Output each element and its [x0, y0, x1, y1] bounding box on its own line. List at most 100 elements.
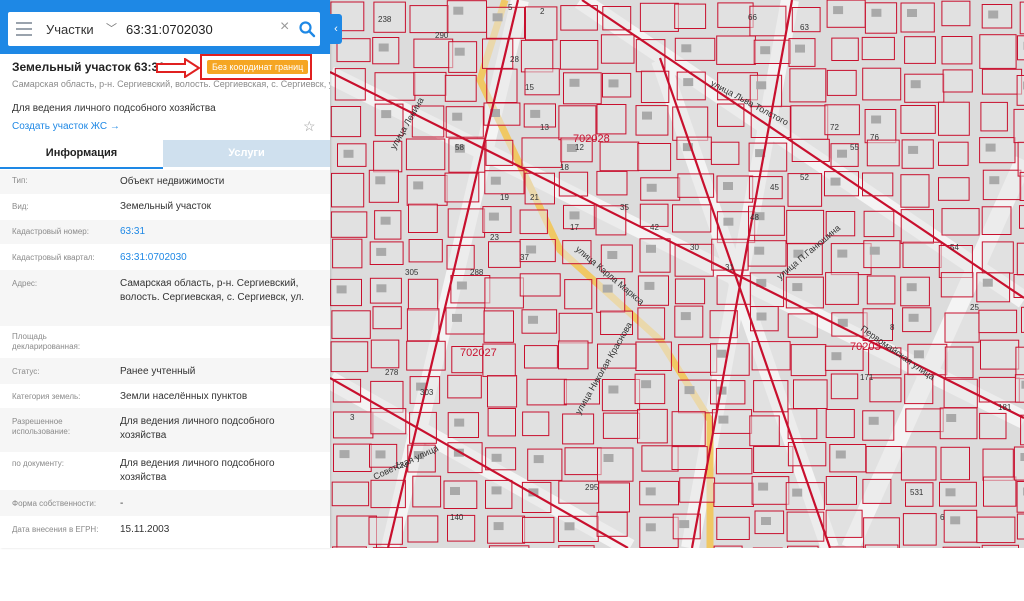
parcel[interactable]	[751, 341, 791, 371]
parcel[interactable]	[865, 446, 903, 474]
parcel[interactable]	[751, 476, 790, 505]
parcel[interactable]	[869, 377, 902, 403]
chevron-down-icon[interactable]: ﹀	[106, 20, 117, 36]
parcel[interactable]	[864, 2, 898, 34]
parcel[interactable]	[790, 105, 829, 140]
parcel[interactable]	[483, 310, 514, 343]
parcel[interactable]	[787, 408, 818, 440]
parcel[interactable]	[753, 380, 789, 413]
parcel[interactable]	[526, 378, 567, 406]
parcel[interactable]	[982, 169, 1022, 201]
parcel[interactable]	[639, 480, 680, 506]
parcel[interactable]	[520, 39, 554, 73]
create-parcel-link[interactable]: Создать участок ЖС →	[12, 121, 120, 132]
search-icon[interactable]	[298, 20, 316, 38]
parcel[interactable]	[979, 34, 1017, 69]
parcel[interactable]	[487, 515, 526, 544]
parcel[interactable]	[488, 241, 521, 268]
parcel[interactable]	[710, 343, 750, 376]
parcel[interactable]	[635, 105, 669, 136]
parcel[interactable]	[602, 412, 641, 439]
object-type-select[interactable]: Участки	[46, 22, 94, 37]
parcel[interactable]	[825, 272, 859, 305]
parcel[interactable]	[900, 446, 937, 481]
parcel[interactable]	[486, 6, 526, 39]
parcel[interactable]	[446, 244, 475, 270]
parcel[interactable]	[450, 275, 491, 304]
parcel[interactable]	[790, 344, 827, 377]
parcel[interactable]	[332, 238, 363, 269]
parcel[interactable]	[558, 340, 589, 370]
parcel[interactable]	[939, 481, 977, 507]
star-icon[interactable]: ☆	[303, 118, 316, 135]
parcel[interactable]	[1019, 1, 1024, 35]
parcel[interactable]	[368, 169, 399, 203]
parcel[interactable]	[522, 411, 550, 437]
parcel[interactable]	[374, 72, 416, 101]
parcel[interactable]	[943, 509, 978, 543]
parcel[interactable]	[679, 477, 716, 503]
parcel[interactable]	[866, 275, 896, 305]
parcel[interactable]	[486, 68, 518, 103]
parcel[interactable]	[406, 340, 446, 371]
parcel[interactable]	[674, 278, 706, 305]
parcel[interactable]	[639, 238, 671, 273]
parcel[interactable]	[448, 41, 478, 73]
parcel[interactable]	[939, 407, 978, 440]
close-icon[interactable]: ×	[280, 18, 289, 36]
parcel[interactable]	[407, 278, 439, 311]
parcel[interactable]	[598, 482, 631, 513]
parcel[interactable]	[671, 446, 708, 471]
parcel[interactable]	[789, 68, 827, 103]
parcel[interactable]	[640, 177, 681, 201]
parcel[interactable]	[825, 476, 857, 505]
parcel[interactable]	[1020, 414, 1024, 446]
parcel[interactable]	[444, 74, 477, 102]
cadastral-quarter-link[interactable]: 63:31:0702030	[120, 251, 320, 265]
parcel[interactable]	[635, 341, 672, 371]
parcel[interactable]	[862, 67, 902, 101]
parcel[interactable]	[1016, 242, 1024, 276]
parcel[interactable]	[634, 373, 666, 405]
parcel[interactable]	[334, 68, 366, 101]
parcel[interactable]	[787, 313, 818, 338]
parcel[interactable]	[597, 447, 634, 482]
parcel[interactable]	[564, 447, 602, 476]
parcel[interactable]	[716, 516, 750, 540]
parcel[interactable]	[982, 448, 1014, 481]
parcel[interactable]	[900, 105, 936, 134]
parcel[interactable]	[938, 101, 970, 136]
parcel[interactable]	[941, 0, 971, 27]
parcel[interactable]	[861, 36, 895, 61]
parcel[interactable]	[484, 277, 524, 309]
parcel[interactable]	[825, 409, 855, 438]
parcel[interactable]	[942, 69, 973, 93]
parcel[interactable]	[979, 137, 1016, 164]
parcel[interactable]	[484, 170, 525, 195]
parcel[interactable]	[711, 409, 753, 434]
parcel[interactable]	[487, 375, 518, 408]
parcel[interactable]	[637, 408, 668, 444]
parcel[interactable]	[862, 478, 892, 504]
map-canvas[interactable]: 2382905 2666328151312185819 21231735423031…	[330, 0, 1024, 548]
tab-services[interactable]: Услуги	[163, 140, 330, 167]
parcel[interactable]	[487, 408, 517, 437]
parcel[interactable]	[521, 137, 563, 168]
parcel[interactable]	[559, 40, 599, 70]
parcel[interactable]	[1019, 205, 1024, 229]
parcel[interactable]	[1013, 446, 1024, 481]
parcel[interactable]	[976, 516, 1016, 544]
collapse-panel-button[interactable]: ‹	[330, 14, 342, 44]
parcel[interactable]	[863, 240, 901, 269]
parcel[interactable]	[564, 279, 593, 310]
parcel[interactable]	[527, 448, 563, 481]
parcel[interactable]	[446, 0, 488, 33]
parcel[interactable]	[412, 475, 442, 508]
parcel[interactable]	[905, 408, 944, 433]
parcel[interactable]	[829, 444, 867, 473]
parcel[interactable]	[710, 380, 746, 405]
parcel[interactable]	[596, 104, 627, 135]
parcel[interactable]	[747, 240, 787, 267]
parcel[interactable]	[674, 305, 704, 338]
parcel[interactable]	[1016, 481, 1024, 513]
